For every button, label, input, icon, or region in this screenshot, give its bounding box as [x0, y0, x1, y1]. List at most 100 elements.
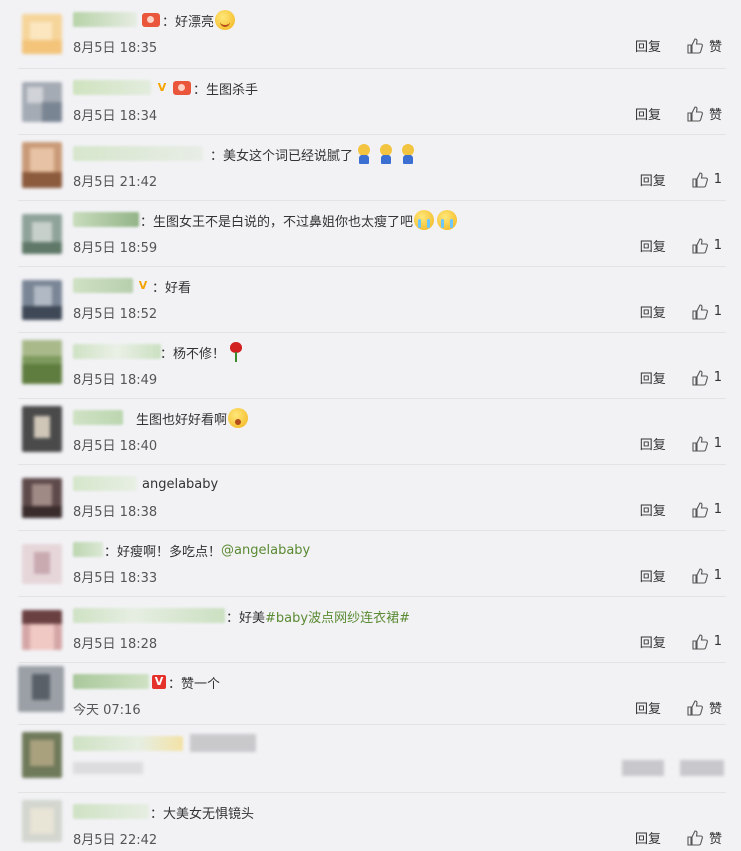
reply-button[interactable]: 回复	[640, 236, 666, 255]
comment-item: 生图也好好看啊 8月5日 18:40 回复 1	[18, 398, 726, 465]
camera-emoji-icon	[142, 13, 160, 27]
comment-item: ： 杨不修！ 8月5日 18:49 回复 1	[18, 332, 726, 399]
username-blurred[interactable]	[73, 212, 139, 227]
like-button[interactable]: 1	[714, 238, 722, 253]
username-blurred[interactable]	[73, 674, 149, 689]
reply-button[interactable]: 回复	[640, 566, 666, 585]
thumbs-up-icon[interactable]	[692, 633, 708, 650]
avatar[interactable]	[18, 666, 64, 712]
avatar[interactable]	[22, 14, 62, 54]
like-button[interactable]: 赞	[709, 104, 722, 123]
like-button[interactable]: 1	[714, 634, 722, 649]
avatar[interactable]	[22, 280, 62, 320]
comment-actions: 回复 1	[640, 236, 722, 255]
comment-actions: 回复 赞	[635, 36, 722, 55]
avatar[interactable]	[22, 478, 62, 518]
like-button[interactable]: 1	[714, 568, 722, 583]
username-blurred[interactable]	[73, 344, 161, 359]
comment-content: 生图也好好看啊	[136, 407, 249, 429]
like-button[interactable]: 赞	[709, 828, 722, 847]
username-blurred[interactable]	[73, 278, 133, 293]
comment-content: ： 好瘦啊！多吃点！ @angelababy	[104, 542, 311, 560]
comment-item: ： 好漂亮 8月5日 18:35 回复 赞	[18, 0, 726, 69]
username-blurred[interactable]	[73, 12, 137, 27]
like-button[interactable]: 1	[714, 370, 722, 385]
crying-face-emoji-icon	[437, 210, 458, 230]
avatar[interactable]	[22, 800, 62, 842]
username-blurred[interactable]	[73, 608, 225, 623]
comment-text: 好美	[239, 610, 266, 626]
avatar[interactable]	[22, 340, 62, 384]
thumbs-up-icon[interactable]	[692, 501, 708, 518]
username-blurred[interactable]	[73, 736, 183, 751]
avatar[interactable]	[22, 214, 62, 254]
reply-button[interactable]: 回复	[640, 434, 666, 453]
comment-text: 杨不修！	[173, 346, 226, 362]
reply-button[interactable]: 回复	[640, 368, 666, 387]
reply-button[interactable]: 回复	[635, 828, 661, 847]
avatar[interactable]	[22, 142, 62, 188]
thumbs-up-icon[interactable]	[692, 435, 708, 452]
username-blurred[interactable]	[73, 542, 103, 557]
blurred-actions	[622, 760, 664, 776]
hashtag-link[interactable]: #baby波点网纱连衣裙#	[265, 607, 410, 626]
like-button[interactable]: 1	[714, 436, 722, 451]
comment-text: 好漂亮	[175, 14, 215, 30]
username-blurred[interactable]	[73, 804, 149, 819]
comment-text: 赞一个	[181, 676, 221, 692]
comment-time: 8月5日 18:59	[73, 241, 158, 256]
thumbs-up-icon[interactable]	[692, 369, 708, 386]
reply-button[interactable]: 回复	[640, 500, 666, 519]
comment-actions: 回复 赞	[635, 698, 722, 717]
comment-text: 好看	[165, 280, 192, 296]
comment-time: 8月5日 18:33	[73, 571, 158, 586]
username-blurred[interactable]	[73, 476, 137, 491]
reply-button[interactable]: 回复	[635, 104, 661, 123]
v-badge-icon: V	[157, 81, 167, 94]
blurred-text	[190, 734, 256, 752]
comment-time: 8月5日 18:35	[73, 41, 158, 56]
reply-button[interactable]: 回复	[640, 302, 666, 321]
comment-time: 8月5日 18:38	[73, 505, 158, 520]
avatar[interactable]	[22, 82, 62, 122]
comment-item: V ： 生图杀手 8月5日 18:34 回复 赞	[18, 68, 726, 135]
thumbs-up-icon[interactable]	[687, 105, 703, 122]
reply-button[interactable]: 回复	[640, 632, 666, 651]
reply-button[interactable]: 回复	[635, 698, 661, 717]
comment-actions: 回复 1	[640, 500, 722, 519]
avatar[interactable]	[22, 610, 62, 650]
username-blurred[interactable]	[73, 80, 151, 95]
comment-text: angelababy	[142, 476, 219, 492]
comment-item: ： 大美女无惧镜头 8月5日 22:42 回复 赞	[18, 792, 726, 851]
like-button[interactable]: 1	[714, 304, 722, 319]
mention-link[interactable]: @angelababy	[221, 543, 310, 558]
reply-button[interactable]: 回复	[640, 170, 666, 189]
thumbs-up-icon[interactable]	[692, 171, 708, 188]
thumbs-up-icon[interactable]	[692, 303, 708, 320]
blurred-time	[73, 762, 143, 774]
like-button[interactable]: 1	[714, 172, 722, 187]
thumbs-up-icon[interactable]	[687, 829, 703, 846]
thumbs-up-icon[interactable]	[687, 37, 703, 54]
comment-time: 8月5日 18:34	[73, 109, 158, 124]
thumbs-up-icon[interactable]	[687, 699, 703, 716]
comment-content: ： 大美女无惧镜头	[150, 801, 254, 823]
thumbs-up-icon[interactable]	[692, 237, 708, 254]
like-button[interactable]: 1	[714, 502, 722, 517]
comment-time: 今天 07:16	[73, 703, 141, 718]
blurred-actions	[680, 760, 724, 776]
v-badge-icon: V	[152, 675, 166, 689]
comment-content: ： 好美 #baby波点网纱连衣裙#	[226, 605, 410, 627]
username-blurred[interactable]	[73, 146, 203, 161]
avatar[interactable]	[22, 732, 62, 778]
avatar[interactable]	[22, 544, 62, 584]
comment-text: 美女这个词已经说腻了	[223, 148, 354, 164]
comment-content: ： 生图女王不是白说的，不过鼻姐你也太瘦了吧	[140, 209, 458, 231]
reply-button[interactable]: 回复	[635, 36, 661, 55]
username-blurred[interactable]	[73, 410, 123, 425]
thumbs-up-icon[interactable]	[692, 567, 708, 584]
like-button[interactable]: 赞	[709, 36, 722, 55]
like-button[interactable]: 赞	[709, 698, 722, 717]
comment-item: angelababy 8月5日 18:38 回复 1	[18, 464, 726, 531]
avatar[interactable]	[22, 406, 62, 452]
